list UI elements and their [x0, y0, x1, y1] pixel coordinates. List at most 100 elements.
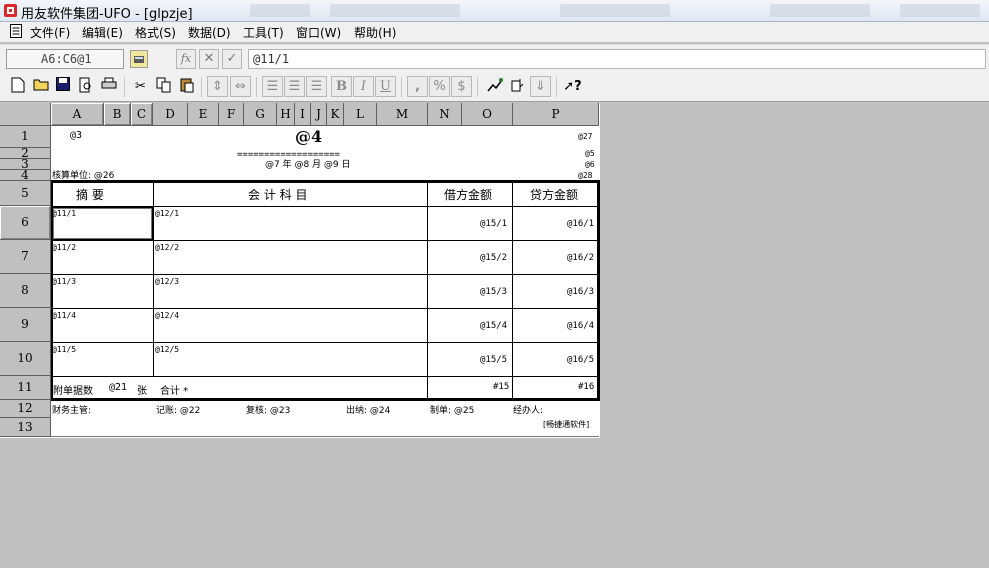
cell-P3[interactable]: @6: [585, 160, 595, 170]
handler-label[interactable]: 经办人:: [513, 403, 543, 416]
menu-window[interactable]: 窗口(W): [296, 24, 341, 41]
account-cell-1[interactable]: @12/1: [155, 209, 179, 219]
calculator-icon[interactable]: [130, 50, 148, 68]
select-all-corner[interactable]: [0, 103, 51, 126]
debit-header[interactable]: 借方金额: [444, 186, 492, 203]
credit-header[interactable]: 贷方金额: [530, 186, 578, 203]
row-header-4[interactable]: 4: [0, 169, 51, 181]
new-file-icon[interactable]: [7, 76, 28, 97]
sort-descending-icon[interactable]: ⇓: [530, 76, 551, 97]
finance-manager-label[interactable]: 财务主管:: [52, 403, 91, 416]
row-header-5[interactable]: 5: [0, 181, 51, 206]
column-header-D[interactable]: D: [153, 103, 188, 126]
bookkeeper-cell[interactable]: 记账: @22: [156, 403, 200, 416]
document-icon[interactable]: [10, 24, 22, 38]
function-fx-button[interactable]: fx: [176, 49, 196, 69]
comma-style-icon[interactable]: ,: [407, 76, 428, 97]
align-left-icon[interactable]: ☰: [262, 76, 283, 97]
menu-format[interactable]: 格式(S): [135, 24, 176, 41]
account-cell-3[interactable]: @12/3: [155, 277, 179, 287]
cell-A1[interactable]: @3: [70, 131, 82, 141]
cell-P1[interactable]: @27: [578, 132, 592, 142]
fill-icon[interactable]: [507, 76, 528, 97]
menu-data[interactable]: 数据(D): [188, 24, 231, 41]
summary-cell-3[interactable]: @11/3: [52, 277, 76, 287]
summary-header[interactable]: 摘 要: [76, 186, 104, 203]
total-label[interactable]: 合计 *: [160, 382, 188, 397]
column-header-B[interactable]: B: [104, 103, 131, 126]
menu-edit[interactable]: 编辑(E): [82, 24, 123, 41]
align-right-icon[interactable]: ☰: [306, 76, 327, 97]
debit-cell-5[interactable]: @15/5: [480, 355, 507, 365]
credit-cell-2[interactable]: @16/2: [567, 253, 594, 263]
currency-icon[interactable]: $: [451, 76, 472, 97]
row-header-13[interactable]: 13: [0, 418, 51, 437]
voucher-title-cell[interactable]: @4: [295, 128, 322, 146]
formula-input[interactable]: @11/1: [248, 49, 986, 69]
bold-icon[interactable]: B: [331, 76, 352, 97]
menu-tools[interactable]: 工具(T): [243, 24, 284, 41]
row-header-11[interactable]: 11: [0, 376, 51, 400]
summary-cell-5[interactable]: @11/5: [52, 345, 76, 355]
debit-cell-3[interactable]: @15/3: [480, 287, 507, 297]
paste-icon[interactable]: [176, 76, 197, 97]
column-header-F[interactable]: F: [219, 103, 244, 126]
column-width-icon[interactable]: ⇔: [230, 76, 251, 97]
context-help-icon[interactable]: ➚?: [562, 76, 583, 97]
summary-cell-2[interactable]: @11/2: [52, 243, 76, 253]
copy-icon[interactable]: [153, 76, 174, 97]
column-header-C[interactable]: C: [131, 103, 153, 126]
summary-cell-4[interactable]: @11/4: [52, 311, 76, 321]
underline-icon[interactable]: U: [375, 76, 396, 97]
debit-cell-1[interactable]: @15/1: [480, 219, 507, 229]
print-icon[interactable]: [98, 76, 119, 97]
cell-P2[interactable]: @5: [585, 149, 595, 159]
debit-total-cell[interactable]: #15: [493, 382, 509, 392]
column-header-E[interactable]: E: [188, 103, 219, 126]
account-cell-2[interactable]: @12/2: [155, 243, 179, 253]
menu-help[interactable]: 帮助(H): [354, 24, 396, 41]
reviewer-cell[interactable]: 复核: @23: [246, 403, 290, 416]
row-header-9[interactable]: 9: [0, 308, 51, 342]
cancel-icon[interactable]: ✕: [199, 49, 219, 69]
column-header-I[interactable]: I: [295, 103, 311, 126]
account-cell-4[interactable]: @12/4: [155, 311, 179, 321]
column-header-N[interactable]: N: [428, 103, 462, 126]
credit-cell-3[interactable]: @16/3: [567, 287, 594, 297]
account-header[interactable]: 会 计 科 目: [248, 186, 307, 203]
column-header-J[interactable]: J: [311, 103, 327, 126]
debit-cell-4[interactable]: @15/4: [480, 321, 507, 331]
cut-icon[interactable]: ✂: [130, 76, 151, 97]
print-preview-icon[interactable]: [75, 76, 96, 97]
row-header-12[interactable]: 12: [0, 400, 51, 418]
align-center-icon[interactable]: ☰: [284, 76, 305, 97]
brand-footer-cell[interactable]: [畅捷通软件]: [543, 419, 589, 430]
column-header-H[interactable]: H: [277, 103, 295, 126]
column-header-G[interactable]: G: [244, 103, 277, 126]
percent-icon[interactable]: %: [429, 76, 450, 97]
open-folder-icon[interactable]: [30, 76, 51, 97]
row-header-7[interactable]: 7: [0, 240, 51, 274]
menu-file[interactable]: 文件(F): [30, 24, 70, 41]
column-header-P[interactable]: P: [513, 103, 599, 126]
credit-cell-4[interactable]: @16/4: [567, 321, 594, 331]
row-header-8[interactable]: 8: [0, 274, 51, 308]
account-cell-5[interactable]: @12/5: [155, 345, 179, 355]
spreadsheet-area[interactable]: A B C D E F G H I J K L M N O P 1 2 3 4 …: [0, 103, 600, 438]
save-icon[interactable]: [52, 76, 73, 97]
credit-total-cell[interactable]: #16: [578, 382, 594, 392]
row-header-6[interactable]: 6: [0, 206, 51, 240]
column-header-O[interactable]: O: [462, 103, 513, 126]
column-header-A[interactable]: A: [51, 103, 104, 126]
summary-cell-1[interactable]: @11/1: [52, 209, 76, 219]
credit-cell-1[interactable]: @16/1: [567, 219, 594, 229]
column-header-M[interactable]: M: [377, 103, 428, 126]
debit-cell-2[interactable]: @15/2: [480, 253, 507, 263]
italic-icon[interactable]: I: [353, 76, 374, 97]
chart-wizard-icon[interactable]: [484, 76, 505, 97]
column-header-L[interactable]: L: [344, 103, 377, 126]
confirm-check-icon[interactable]: ✓: [222, 49, 242, 69]
cashier-cell[interactable]: 出纳: @24: [346, 403, 390, 416]
preparer-cell[interactable]: 制单: @25: [430, 403, 474, 416]
credit-cell-5[interactable]: @16/5: [567, 355, 594, 365]
